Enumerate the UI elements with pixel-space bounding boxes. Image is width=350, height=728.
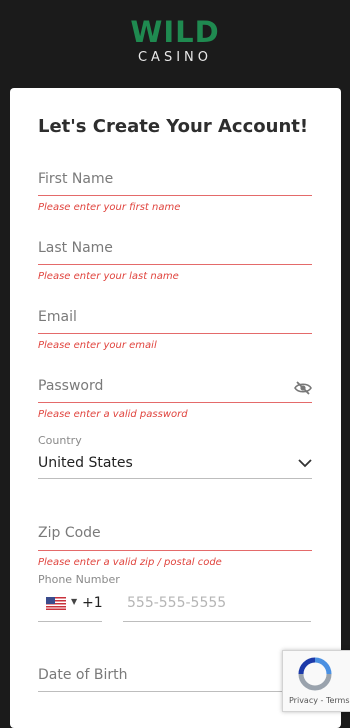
recaptcha-badge[interactable]: Privacy - Terms <box>282 650 350 712</box>
phone-underline <box>123 621 311 622</box>
recaptcha-terms[interactable]: Privacy - Terms <box>289 696 350 705</box>
dob-placeholder: Date of Birth <box>38 667 128 683</box>
eye-slash-icon[interactable] <box>294 381 312 395</box>
password-underline <box>38 402 312 403</box>
first-name-error: Please enter your first name <box>38 202 181 213</box>
phone-input[interactable]: 555-555-5555 <box>123 586 311 622</box>
us-flag-icon <box>46 597 66 610</box>
email-placeholder: Email <box>38 309 77 325</box>
email-error: Please enter your email <box>38 340 157 351</box>
phone-placeholder: 555-555-5555 <box>127 595 227 611</box>
phone-country-code-select[interactable]: ▼ +1 <box>38 586 103 622</box>
last-name-error: Please enter your last name <box>38 271 179 282</box>
zip-field[interactable]: Zip Code Please enter a valid zip / post… <box>38 525 312 568</box>
signup-card: Let's Create Your Account! First Name Pl… <box>10 88 341 728</box>
first-name-field[interactable]: First Name Please enter your first name <box>38 171 312 213</box>
zip-placeholder: Zip Code <box>38 525 101 541</box>
zip-underline <box>38 550 312 551</box>
country-value: United States <box>38 455 133 471</box>
first-name-underline <box>38 195 312 196</box>
country-select[interactable]: United States <box>38 455 312 480</box>
phone-label: Phone Number <box>38 573 120 586</box>
last-name-placeholder: Last Name <box>38 240 113 256</box>
email-underline <box>38 333 312 334</box>
phone-code-underline <box>38 621 102 622</box>
header: WILD CASINO <box>0 0 350 88</box>
last-name-underline <box>38 264 312 265</box>
chevron-down-icon <box>298 459 312 468</box>
country-label: Country <box>38 434 82 447</box>
zip-error: Please enter a valid zip / postal code <box>38 557 222 568</box>
logo-wild[interactable]: WILD <box>0 16 350 48</box>
form-title: Let's Create Your Account! <box>38 116 309 137</box>
email-field[interactable]: Email Please enter your email <box>38 309 312 351</box>
recaptcha-icon <box>298 657 332 691</box>
caret-down-icon: ▼ <box>71 597 78 606</box>
last-name-field[interactable]: Last Name Please enter your last name <box>38 240 312 282</box>
first-name-placeholder: First Name <box>38 171 114 187</box>
password-placeholder: Password <box>38 378 104 394</box>
dob-field[interactable]: Date of Birth <box>38 667 312 697</box>
dob-underline <box>38 691 312 692</box>
phone-country-code: +1 <box>82 595 103 611</box>
password-field[interactable]: Password Please enter a valid password <box>38 378 312 420</box>
country-underline <box>38 478 312 479</box>
password-error: Please enter a valid password <box>38 409 188 420</box>
logo-casino[interactable]: CASINO <box>0 50 350 66</box>
